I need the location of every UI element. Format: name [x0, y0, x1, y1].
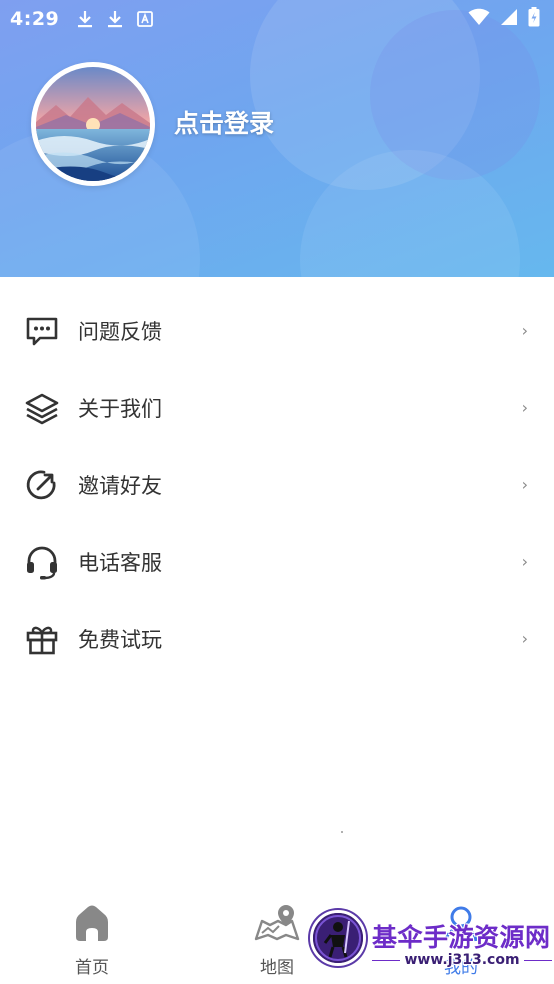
login-prompt[interactable]: 点击登录: [174, 104, 274, 140]
map-icon: [253, 903, 301, 947]
home-icon: [72, 903, 112, 947]
menu-item-free-trial[interactable]: 免费试玩 ›: [0, 600, 554, 677]
menu-item-label: 电话客服: [78, 550, 162, 575]
tab-home[interactable]: 首页: [52, 903, 132, 978]
tab-map[interactable]: 地图: [237, 903, 317, 978]
profile-header: 4:29 点击登录: [0, 0, 554, 277]
download-icon: [77, 10, 93, 28]
watermark-url-text: www.j313.com: [404, 952, 520, 968]
menu-item-about-us[interactable]: 关于我们 ›: [0, 369, 554, 446]
status-bar: 4:29: [0, 0, 554, 38]
chevron-right-icon: ›: [521, 552, 528, 571]
menu-item-label: 问题反馈: [78, 319, 162, 344]
menu-item-label: 邀请好友: [78, 473, 162, 498]
chevron-right-icon: ›: [521, 321, 528, 340]
wifi-icon: [468, 8, 490, 30]
battery-icon: [528, 7, 540, 31]
download-icon: [107, 10, 123, 28]
menu-item-feedback[interactable]: 问题反馈 ›: [0, 292, 554, 369]
chevron-right-icon: ›: [521, 475, 528, 494]
message-dots-icon: [22, 311, 62, 351]
font-notification-icon: [137, 11, 154, 27]
menu-item-label: 关于我们: [78, 396, 162, 421]
chevron-right-icon: ›: [521, 629, 528, 648]
menu-item-phone-support[interactable]: 电话客服 ›: [0, 523, 554, 600]
cellular-signal-icon: [500, 8, 518, 30]
tab-label: 首页: [75, 958, 109, 978]
status-time: 4:29: [10, 8, 60, 30]
menu-item-label: 免费试玩: [78, 627, 162, 652]
headset-icon: [22, 542, 62, 582]
chevron-right-icon: ›: [521, 398, 528, 417]
watermark-url: www.j313.com: [372, 952, 553, 968]
divider: [523, 959, 553, 961]
decorative-dot: [341, 831, 343, 833]
settings-menu: 问题反馈 › 关于我们 › 邀请好友 › 电话客服 › 免费试玩 ›: [0, 292, 554, 677]
avatar[interactable]: [31, 62, 155, 186]
share-arrow-icon: [22, 465, 62, 505]
layers-icon: [22, 388, 62, 428]
watermark-title: 基伞手游资源网: [372, 923, 551, 952]
divider: [372, 959, 401, 961]
site-watermark: 基伞手游资源网 www.j313.com: [310, 910, 554, 972]
menu-item-invite-friends[interactable]: 邀请好友 ›: [0, 446, 554, 523]
watermark-logo-icon: [310, 910, 366, 966]
tab-label: 地图: [260, 958, 294, 978]
gift-icon: [22, 619, 62, 659]
